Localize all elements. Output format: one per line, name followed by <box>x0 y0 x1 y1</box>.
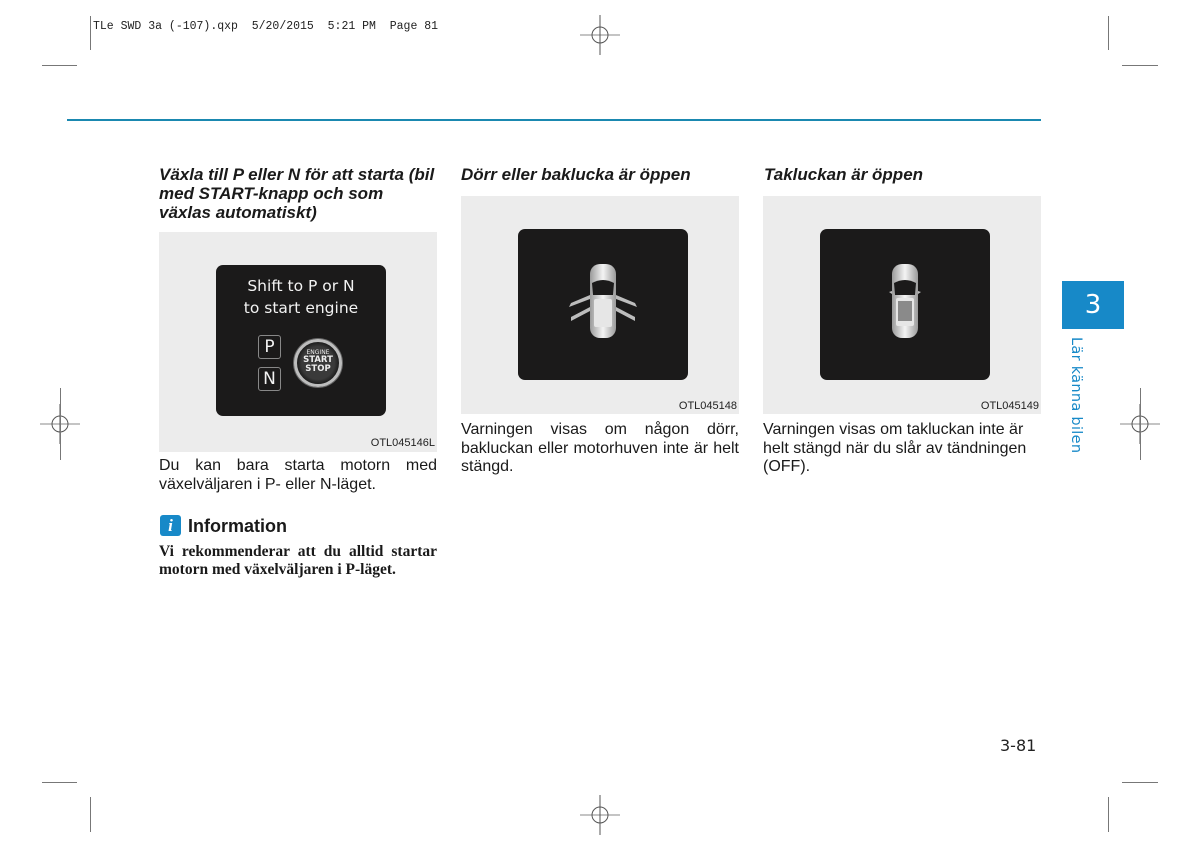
body-text-door-open: Varningen visas om någon dörr, bakluckan… <box>461 421 739 475</box>
cluster-display <box>820 229 990 380</box>
header-rule <box>67 119 1041 121</box>
crop-mark <box>1122 782 1158 783</box>
gear-p-indicator: P <box>258 335 281 359</box>
info-header: i Information <box>160 515 440 539</box>
crop-mark <box>1122 65 1158 66</box>
page-number: 3-81 <box>1000 736 1037 755</box>
display-line-1: Shift to P or N <box>247 277 355 295</box>
car-doors-open-icon <box>569 264 637 338</box>
figure-code: OTL045148 <box>678 400 737 412</box>
car-sunroof-open-icon <box>889 264 921 338</box>
body-text-shift: Du kan bara starta motorn med växelvälja… <box>159 457 437 493</box>
info-text: Vi rekommenderar att du alltid startar m… <box>159 543 437 578</box>
section-heading-shift: Växla till P eller N för att starta (bil… <box>159 165 435 222</box>
crop-mark <box>90 797 91 832</box>
chapter-tab-title: Lär känna bilen <box>1068 337 1084 454</box>
cluster-display: Shift to P or N to start engine P N ENGI… <box>216 265 386 416</box>
crop-mark <box>60 388 61 460</box>
info-icon: i <box>160 515 181 536</box>
crop-mark <box>42 65 77 66</box>
chapter-tab-number[interactable]: 3 <box>1062 281 1124 329</box>
button-label-stop: STOP <box>305 364 331 374</box>
figure-door-open: OTL045148 <box>461 196 739 414</box>
info-title: Information <box>188 516 287 536</box>
print-slug: TLe SWD 3a (-107).qxp 5/20/2015 5:21 PM … <box>93 20 439 33</box>
figure-shift-to-p-or-n: Shift to P or N to start engine P N ENGI… <box>159 232 437 452</box>
registration-mark-icon <box>580 795 620 835</box>
crop-mark <box>90 16 91 50</box>
body-text-sunroof-open: Varningen visas om takluckan inte är hel… <box>763 421 1027 475</box>
crop-mark <box>1108 16 1109 50</box>
section-heading-sunroof-open: Takluckan är öppen <box>764 165 924 184</box>
registration-mark-icon <box>580 15 620 55</box>
crop-mark <box>1108 797 1109 832</box>
crop-mark <box>42 782 77 783</box>
display-message: Shift to P or N to start engine <box>216 275 386 319</box>
crop-mark <box>1140 388 1141 460</box>
figure-code: OTL045146L <box>370 437 435 449</box>
display-line-2: to start engine <box>243 299 359 317</box>
section-heading-door-open: Dörr eller baklucka är öppen <box>461 165 691 184</box>
figure-sunroof-open: OTL045149 <box>763 196 1041 414</box>
figure-code: OTL045149 <box>980 400 1039 412</box>
cluster-display <box>518 229 688 380</box>
gear-n-indicator: N <box>258 367 281 391</box>
engine-start-stop-button-icon: ENGINE START STOP <box>294 339 342 387</box>
